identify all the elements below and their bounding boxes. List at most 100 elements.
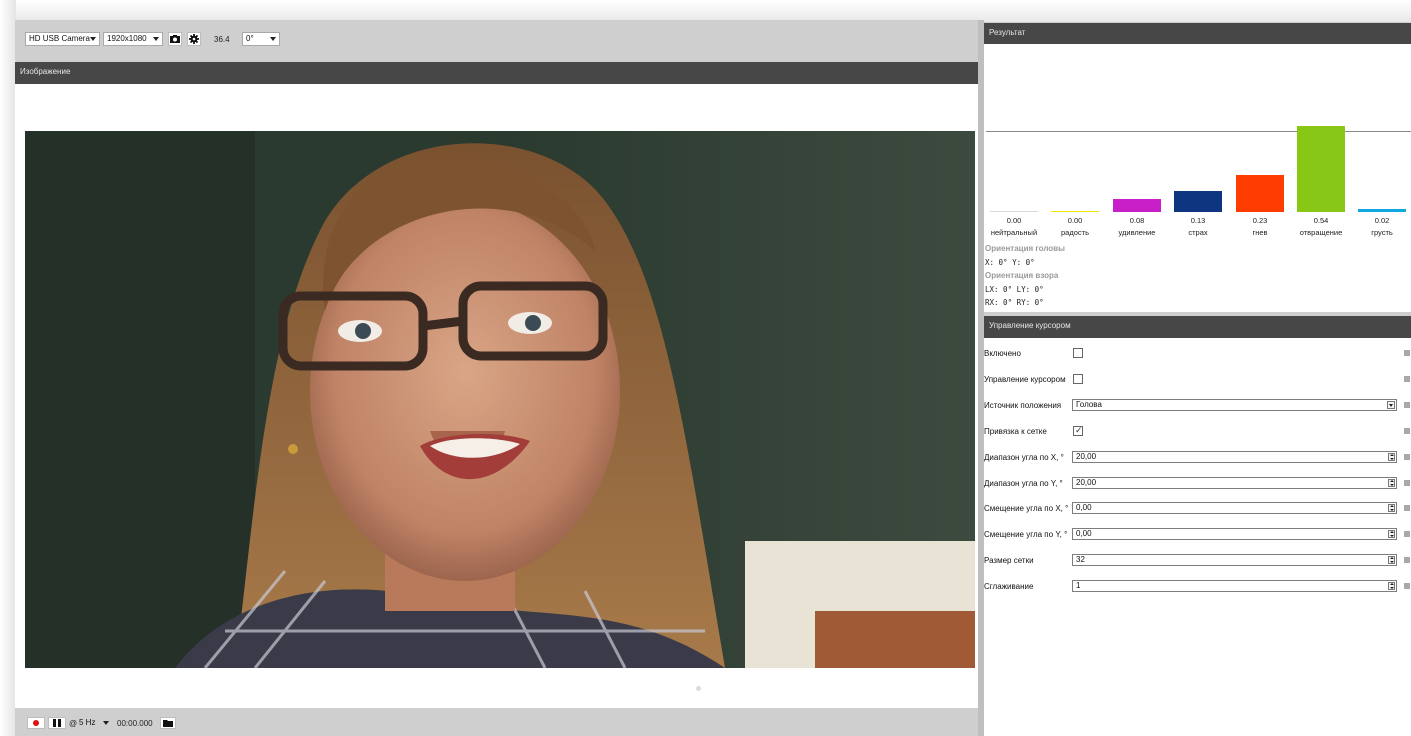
rotation-select[interactable]: 0°	[242, 32, 280, 46]
emotion-value: 0.54	[1313, 216, 1329, 225]
open-folder-button[interactable]	[160, 717, 176, 729]
pause-icon	[53, 719, 61, 727]
setting-label: Сглаживание	[984, 582, 1034, 591]
resolution-select-value: 1920x1080	[107, 34, 147, 43]
emotion-value: 0.00	[1067, 216, 1083, 225]
setting-label: Источник положения	[984, 401, 1062, 410]
setting-spinbox[interactable]: 32	[1072, 554, 1397, 566]
emotion-label: гнев	[1252, 228, 1268, 237]
setting-spinbox[interactable]: 20,00	[1072, 451, 1397, 463]
setting-value: 0,00	[1076, 503, 1092, 512]
setting-select[interactable]: Голова	[1072, 399, 1397, 411]
setting-spinbox[interactable]: 0,00	[1072, 502, 1397, 514]
spin-arrows-icon[interactable]	[1388, 582, 1395, 590]
chart-reference-line	[986, 131, 1411, 132]
pause-button[interactable]	[48, 717, 66, 729]
result-panel-header: Результат	[984, 23, 1411, 44]
setting-indicator	[1404, 557, 1410, 563]
chevron-down-icon[interactable]	[1387, 401, 1395, 409]
setting-label: Смещение угла по Y, °	[984, 530, 1068, 539]
head-orientation-title: Ориентация головы	[985, 244, 1065, 253]
cursor-panel-title: Управление курсором	[989, 321, 1071, 330]
setting-indicator	[1404, 350, 1410, 356]
resolution-select[interactable]: 1920x1080	[103, 32, 163, 46]
cursor-panel-header: Управление курсором	[984, 316, 1411, 338]
camera-select[interactable]: HD USB Camera	[25, 32, 100, 46]
emotion-label: отвращение	[1299, 228, 1343, 237]
record-icon	[33, 720, 39, 726]
snapshot-button[interactable]	[168, 32, 182, 46]
setting-indicator	[1404, 454, 1410, 460]
emotion-label: радость	[1061, 228, 1089, 237]
time-readout: 00:00.000	[117, 719, 153, 728]
result-panel-title: Результат	[989, 28, 1026, 37]
chevron-down-icon	[153, 37, 159, 41]
image-panel-title: Изображение	[20, 67, 71, 76]
setting-indicator	[1404, 480, 1410, 486]
setting-label: Управление курсором	[984, 375, 1066, 384]
setting-checkbox[interactable]	[1073, 348, 1083, 358]
camera-snapshot-icon	[170, 35, 180, 43]
setting-label: Включено	[984, 349, 1021, 358]
setting-label: Диапазон угла по Y, °	[984, 479, 1063, 488]
setting-value: Голова	[1076, 400, 1102, 409]
emotion-label: грусть	[1371, 228, 1393, 237]
chevron-down-icon	[103, 721, 109, 725]
record-button[interactable]	[27, 717, 45, 729]
setting-label: Привязка к сетке	[984, 427, 1047, 436]
camera-frame-illustration	[25, 131, 975, 668]
window-top-edge	[0, 0, 1411, 22]
gaze-left-values: LX: 0° LY: 0°	[985, 285, 1044, 294]
setting-indicator	[1404, 505, 1410, 511]
settings-button[interactable]	[187, 32, 201, 46]
rate-select[interactable]: 5 Hz	[76, 717, 112, 730]
setting-label: Смещение угла по X, °	[984, 504, 1069, 513]
emotion-value: 0.00	[1006, 216, 1022, 225]
spin-arrows-icon[interactable]	[1388, 504, 1395, 512]
setting-value: 20,00	[1076, 478, 1097, 487]
setting-checkbox[interactable]	[1073, 374, 1083, 384]
emotion-bar-3	[1174, 191, 1222, 212]
camera-frame-image	[25, 131, 975, 668]
setting-indicator	[1404, 402, 1410, 408]
gaze-orientation-title: Ориентация взора	[985, 271, 1059, 280]
fps-readout: 36.4	[214, 35, 230, 44]
chevron-down-icon	[90, 37, 96, 41]
setting-indicator	[1404, 583, 1410, 589]
image-marker	[696, 686, 701, 691]
setting-spinbox[interactable]: 0,00	[1072, 528, 1397, 540]
window-left-edge	[0, 0, 16, 736]
setting-label: Диапазон угла по X, °	[984, 453, 1064, 462]
setting-spinbox[interactable]: 1	[1072, 580, 1397, 592]
emotion-bar-2	[1113, 199, 1161, 212]
setting-value: 1	[1076, 581, 1081, 590]
setting-value: 20,00	[1076, 452, 1097, 461]
setting-value: 32	[1076, 555, 1085, 564]
setting-indicator	[1404, 531, 1410, 537]
setting-value: 0,00	[1076, 529, 1092, 538]
spin-arrows-icon[interactable]	[1388, 453, 1395, 461]
camera-select-value: HD USB Camera	[29, 34, 90, 43]
emotion-value: 0.23	[1252, 216, 1268, 225]
spin-arrows-icon[interactable]	[1388, 530, 1395, 538]
setting-indicator	[1404, 376, 1410, 382]
emotion-bar-5	[1297, 126, 1345, 212]
setting-checkbox[interactable]	[1073, 425, 1083, 436]
setting-label: Размер сетки	[984, 556, 1034, 565]
image-panel-header: Изображение	[15, 62, 978, 84]
chevron-down-icon	[270, 37, 276, 41]
spin-arrows-icon[interactable]	[1388, 556, 1395, 564]
emotion-value: 0.02	[1374, 216, 1390, 225]
setting-spinbox[interactable]: 20,00	[1072, 477, 1397, 489]
gear-icon	[189, 34, 199, 44]
emotion-label: нейтральный	[990, 228, 1038, 237]
rotation-select-value: 0°	[246, 34, 254, 43]
emotion-bar-4	[1236, 175, 1284, 212]
emotion-bar-6	[1358, 209, 1406, 212]
emotion-label: страх	[1188, 228, 1208, 237]
head-orientation-values: X: 0° Y: 0°	[985, 258, 1035, 267]
spin-arrows-icon[interactable]	[1388, 479, 1395, 487]
rate-select-value: 5 Hz	[79, 718, 96, 727]
emotion-value: 0.08	[1129, 216, 1145, 225]
emotion-bar-0	[990, 211, 1038, 212]
